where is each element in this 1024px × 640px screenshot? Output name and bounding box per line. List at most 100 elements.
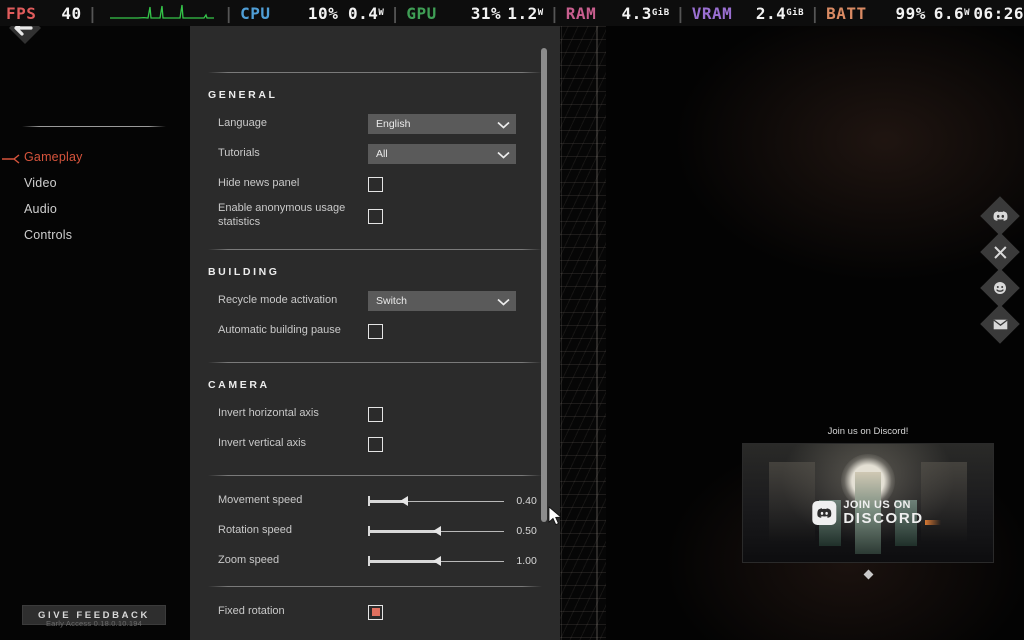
email-link[interactable] <box>980 304 1020 344</box>
sidebar-item-audio[interactable]: Audio <box>0 196 190 222</box>
slider-track[interactable] <box>368 525 505 537</box>
gpu-power-value: 1.2 <box>507 3 538 23</box>
sidebar-item-gameplay[interactable]: Gameplay <box>0 144 190 170</box>
social-links <box>980 196 1020 344</box>
email-icon <box>982 306 1018 342</box>
setting-row-usage-statistics: Enable anonymous usage statistics <box>190 199 560 233</box>
sidebar-divider <box>22 126 166 127</box>
setting-row-language: Language English <box>190 109 560 139</box>
discord-logo: JOIN US ON DISCORD <box>812 499 924 528</box>
gpu-label: GPU <box>406 3 437 23</box>
dropdown-value: English <box>376 118 411 130</box>
automatic-building-pause-checkbox[interactable] <box>368 323 383 339</box>
cpu-power-value: 0.4 <box>347 3 379 23</box>
recycle-mode-dropdown[interactable]: Switch <box>368 291 516 311</box>
discord-icon <box>982 198 1018 234</box>
feedback-area: GIVE FEEDBACK Early Access 0.18.0.10.194 <box>22 605 166 628</box>
performance-overlay-bar: FPS 40 | | CPU 10% 0.4 W | GPU 31% 1.2 W… <box>0 0 1024 26</box>
ram-unit: GiB <box>651 8 670 18</box>
invert-horizontal-axis-checkbox[interactable] <box>368 406 383 422</box>
scrollbar-thumb[interactable] <box>541 48 547 522</box>
battery-power-value: 6.6 <box>933 3 965 23</box>
fps-value: 40 <box>61 3 82 23</box>
mouse-cursor <box>548 506 564 533</box>
slider-handle[interactable] <box>400 496 408 506</box>
promo-card[interactable]: JOIN US ON DISCORD <box>742 443 994 563</box>
x-twitter-link[interactable] <box>980 232 1020 272</box>
section-title-camera: CAMERA <box>208 379 270 391</box>
promo-logo-line2: DISCORD <box>843 510 924 528</box>
usage-statistics-checkbox[interactable] <box>368 208 383 224</box>
slider-remainder <box>441 561 505 562</box>
slider-fill <box>369 530 441 533</box>
discord-mark-icon <box>812 501 837 526</box>
setting-row-hide-news-panel: Hide news panel <box>190 169 560 199</box>
slider-track[interactable] <box>368 555 505 567</box>
chevron-down-icon <box>497 150 510 159</box>
gpu-usage-value: 31% <box>470 3 502 23</box>
vram-unit: GiB <box>786 8 805 18</box>
setting-row-fixed-rotation: Fixed rotation <box>190 597 560 627</box>
tutorials-dropdown[interactable]: All <box>368 144 516 164</box>
setting-label: Automatic building pause <box>218 324 341 337</box>
dropdown-value: Switch <box>376 295 407 307</box>
vram-label: VRAM <box>691 3 733 23</box>
cpu-usage-value: 10% <box>307 3 339 23</box>
discord-promo[interactable]: Join us on Discord! JOIN US ON DISCORD <box>742 426 994 580</box>
slider-handle[interactable] <box>433 556 441 566</box>
hud-separator-6: | <box>810 3 821 23</box>
setting-row-invert-vertical-axis: Invert vertical axis <box>190 429 560 459</box>
setting-label: Enable anonymous usage statistics <box>218 202 346 228</box>
setting-row-invert-horizontal-axis: Invert horizontal axis <box>190 399 560 429</box>
slider-fill <box>369 560 441 563</box>
setting-row-movement-speed: Movement speed 0.40 <box>190 486 560 516</box>
reddit-link[interactable] <box>980 268 1020 308</box>
zoom-speed-slider[interactable]: 1.00 <box>368 555 548 567</box>
battery-percent-value: 99% <box>895 3 926 23</box>
setting-row-rotation-speed: Rotation speed 0.50 <box>190 516 560 546</box>
movement-speed-slider[interactable]: 0.40 <box>368 495 548 507</box>
invert-vertical-axis-checkbox[interactable] <box>368 436 383 452</box>
sidebar-item-label: Audio <box>24 202 57 216</box>
rotation-speed-slider[interactable]: 0.50 <box>368 525 548 537</box>
setting-label: Rotation speed <box>218 524 292 537</box>
slider-handle[interactable] <box>433 526 441 536</box>
sidebar-item-label: Controls <box>24 228 73 242</box>
promo-art-arch-left <box>769 462 815 542</box>
setting-label: Invert horizontal axis <box>218 407 319 420</box>
setting-label: Movement speed <box>218 494 303 507</box>
settings-scrollbar[interactable] <box>540 30 548 630</box>
slider-track[interactable] <box>368 495 505 507</box>
game-settings-screen: FPS 40 | | CPU 10% 0.4 W | GPU 31% 1.2 W… <box>0 0 1024 640</box>
promo-title: Join us on Discord! <box>827 426 909 437</box>
discord-link[interactable] <box>980 196 1020 236</box>
reddit-icon <box>982 270 1018 306</box>
chevron-down-icon <box>497 297 510 306</box>
sidebar-item-controls[interactable]: Controls <box>0 222 190 248</box>
sidebar-item-label: Gameplay <box>24 150 83 164</box>
hide-news-panel-checkbox[interactable] <box>368 176 383 192</box>
setting-row-automatic-building-pause: Automatic building pause <box>190 316 560 346</box>
settings-panel: GENERAL Language English Tutorials All H… <box>190 26 560 640</box>
language-dropdown[interactable]: English <box>368 114 516 134</box>
promo-art-ember <box>925 520 941 525</box>
promo-art-arch-right <box>921 462 967 542</box>
hud-separator-2: | <box>223 3 235 23</box>
promo-carousel-dot[interactable] <box>863 569 873 580</box>
battery-label: BATT <box>826 3 867 23</box>
ram-label: RAM <box>565 3 597 23</box>
x-twitter-icon <box>982 234 1018 270</box>
slider-remainder <box>408 501 505 502</box>
hud-separator-4: | <box>549 3 560 23</box>
setting-label: Hide news panel <box>218 177 300 190</box>
sidebar-item-label: Video <box>24 176 57 190</box>
setting-label: Recycle mode activation <box>218 294 338 307</box>
slider-remainder <box>441 531 505 532</box>
setting-label: Language <box>218 117 267 130</box>
hud-separator-5: | <box>675 3 686 23</box>
sidebar-item-video[interactable]: Video <box>0 170 190 196</box>
fixed-rotation-checkbox[interactable] <box>368 604 383 620</box>
setting-label: Fixed rotation <box>218 605 285 618</box>
vram-value: 2.4 <box>755 3 787 23</box>
setting-row-tutorials: Tutorials All <box>190 139 560 169</box>
